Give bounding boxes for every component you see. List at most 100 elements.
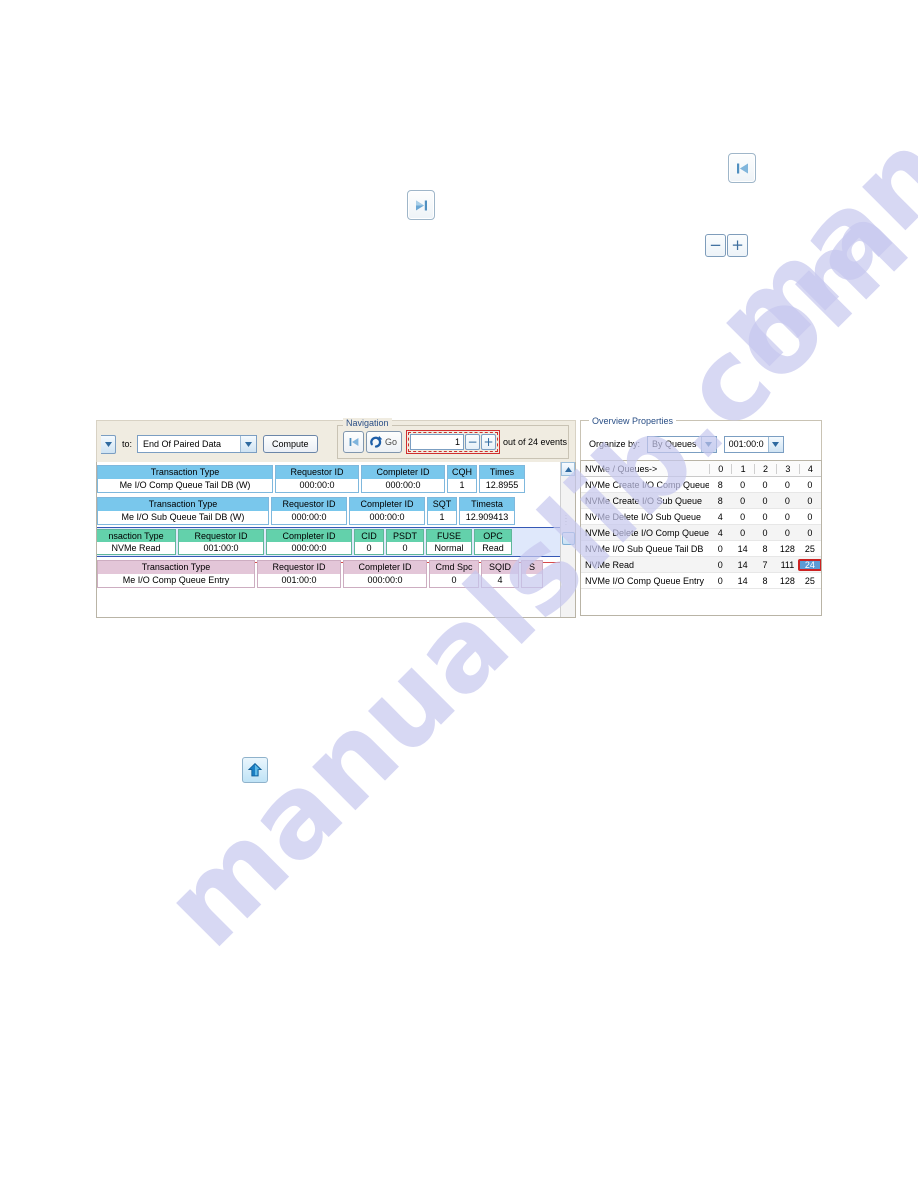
event-field-header: Completer ID — [362, 466, 444, 479]
overview-grid-column-header[interactable]: 1 — [731, 463, 753, 474]
overview-grid-cell[interactable]: 8 — [709, 480, 731, 490]
to-label: to: — [122, 439, 133, 449]
event-row[interactable]: Transaction Type Me I/O Comp Queue Tail D… — [97, 464, 563, 494]
up-arrow-icon-button[interactable] — [242, 757, 268, 783]
events-vertical-scrollbar[interactable]: ::: — [560, 462, 575, 617]
overview-grid-cell[interactable]: 0 — [709, 560, 731, 570]
event-index-increment-button[interactable]: + — [481, 433, 497, 450]
event-field-header: Timesta — [460, 498, 514, 511]
event-field-value: 000:00:0 — [350, 511, 424, 524]
overview-grid-cell[interactable]: 8 — [754, 576, 776, 586]
overview-grid-cell[interactable]: 0 — [731, 512, 753, 522]
event-field-value — [522, 574, 542, 587]
event-field: S — [521, 560, 543, 588]
overview-grid-row[interactable]: NVMe I/O Sub Queue Tail DB 0 14 8 128 25 — [581, 541, 821, 557]
event-field-header: Requestor ID — [272, 498, 346, 511]
overview-grid-row[interactable]: NVMe Create I/O Sub Queue 8 0 0 0 0 — [581, 493, 821, 509]
overview-grid-cell[interactable]: 4 — [709, 512, 731, 522]
overview-grid-cell[interactable]: 128 — [776, 576, 798, 586]
overview-grid-cell[interactable]: 4 — [709, 528, 731, 538]
device-id-combo-arrow[interactable] — [767, 436, 783, 452]
nav-first-button[interactable] — [343, 430, 364, 453]
overview-grid-cell[interactable]: 14 — [731, 576, 753, 586]
overview-grid-cell[interactable]: 0 — [709, 576, 731, 586]
overview-grid-cell[interactable]: 14 — [731, 560, 753, 570]
overview-grid-cell[interactable]: 0 — [754, 496, 776, 506]
event-field-value: Me I/O Comp Queue Tail DB (W) — [98, 479, 272, 492]
overview-grid-cell[interactable]: 0 — [754, 528, 776, 538]
overview-properties-header: Overview Properties Organize by: By Queu… — [580, 416, 822, 460]
skip-to-end-icon-button[interactable] — [407, 190, 435, 220]
scroll-up-button[interactable] — [561, 462, 575, 476]
overview-grid-corner-label: NVMe / Queues-> — [585, 463, 658, 474]
device-id-combo[interactable]: 001:00:0 — [723, 435, 784, 453]
event-row[interactable]: Transaction Type Me I/O Sub Queue Tail DB… — [97, 496, 563, 526]
events-list[interactable]: Transaction Type Me I/O Comp Queue Tail D… — [96, 462, 576, 618]
overview-grid-cell[interactable]: 0 — [754, 512, 776, 522]
event-field: SQT 1 — [427, 497, 457, 525]
overview-grid-column-header[interactable]: 4 — [798, 463, 821, 474]
overview-grid-cell[interactable]: 8 — [709, 496, 731, 506]
overview-grid-row[interactable]: NVMe Delete I/O Comp Queue 4 0 0 0 0 — [581, 525, 821, 541]
event-field-header: Cmd Spc — [430, 561, 478, 574]
organize-by-combo-arrow[interactable] — [700, 436, 716, 452]
event-field: Transaction Type Me I/O Comp Queue Entry — [97, 560, 255, 588]
zoom-stepper-group[interactable]: − + — [705, 234, 748, 257]
overview-grid-cell[interactable]: 0 — [709, 544, 731, 554]
overview-grid-cell[interactable]: 25 — [799, 576, 821, 586]
overview-grid-cell[interactable]: 25 — [799, 544, 821, 554]
organize-by-combo[interactable]: By Queues — [647, 435, 717, 453]
overview-grid-row[interactable]: NVMe Read 0 14 7 111 24 — [581, 557, 821, 573]
range-end-combo-arrow[interactable] — [240, 436, 257, 452]
skip-to-start-icon-button-top[interactable] — [728, 153, 756, 183]
overview-grid-cell[interactable]: 0 — [799, 528, 821, 538]
overview-grid-cell[interactable]: 0 — [799, 512, 821, 522]
events-panel: to: End Of Paired Data Compute Navigatio… — [96, 418, 576, 618]
event-field-value: 001:00:0 — [179, 542, 263, 554]
overview-grid-row[interactable]: NVMe Delete I/O Sub Queue 4 0 0 0 0 — [581, 509, 821, 525]
overview-grid-cell[interactable]: 128 — [776, 544, 798, 554]
event-field-header: Transaction Type — [98, 561, 254, 574]
overview-grid-column-header[interactable]: 3 — [776, 463, 798, 474]
range-end-combo[interactable]: End Of Paired Data — [137, 435, 258, 453]
event-field: OPC Read — [474, 529, 512, 555]
plus-button[interactable]: + — [727, 234, 748, 257]
scrollbar-thumb[interactable] — [562, 532, 575, 545]
from-combo-arrow[interactable] — [101, 434, 116, 454]
overview-grid-cell[interactable]: 111 — [776, 560, 798, 570]
go-button[interactable]: Go — [366, 430, 403, 453]
compute-button[interactable]: Compute — [263, 435, 318, 453]
overview-grid[interactable]: NVMe / Queues-> 0 1 2 3 4 NVMe Create I/O Comp… — [580, 460, 822, 616]
overview-grid-row[interactable]: NVMe I/O Comp Queue Entry 0 14 8 128 25 — [581, 573, 821, 589]
minus-button[interactable]: − — [705, 234, 726, 257]
event-index-decrement-button[interactable]: − — [465, 433, 481, 450]
event-field-value: 001:00:0 — [258, 574, 340, 587]
event-index-input[interactable]: 1 — [410, 433, 465, 450]
overview-grid-cell[interactable]: 0 — [776, 480, 798, 490]
overview-grid-cell[interactable]: 0 — [799, 496, 821, 506]
overview-grid-cell[interactable]: 0 — [776, 528, 798, 538]
event-field-value: 000:00:0 — [267, 542, 351, 554]
overview-grid-cell[interactable]: 0 — [754, 480, 776, 490]
event-field: CQH 1 — [447, 465, 477, 493]
overview-grid-column-header[interactable]: 0 — [709, 463, 731, 474]
event-index-stepper[interactable]: − + — [464, 433, 497, 450]
overview-grid-row[interactable]: NVMe Create I/O Comp Queue 8 0 0 0 0 — [581, 477, 821, 493]
overview-grid-cell[interactable]: 7 — [754, 560, 776, 570]
event-field-header: Completer ID — [350, 498, 424, 511]
overview-grid-cell[interactable]: 0 — [731, 496, 753, 506]
overview-grid-cell[interactable]: 14 — [731, 544, 753, 554]
overview-grid-cell[interactable]: 0 — [776, 496, 798, 506]
overview-grid-cell-selected[interactable]: 24 — [797, 558, 821, 571]
event-field-header: Requestor ID — [179, 530, 263, 542]
overview-grid-cell[interactable]: 0 — [731, 480, 753, 490]
overview-grid-cell[interactable]: 0 — [799, 480, 821, 490]
event-field-value: Normal — [427, 542, 471, 554]
overview-grid-column-header[interactable]: 2 — [753, 463, 776, 474]
event-row[interactable]: Transaction Type Me I/O Comp Queue Entry R… — [97, 559, 563, 589]
overview-grid-cell[interactable]: 8 — [754, 544, 776, 554]
overview-grid-cell[interactable]: 0 — [731, 528, 753, 538]
overview-grid-cell[interactable]: 0 — [776, 512, 798, 522]
event-row[interactable]: nsaction Type NVMe Read Requestor ID 001:00… — [97, 527, 563, 557]
overview-grid-header-row: NVMe / Queues-> 0 1 2 3 4 — [581, 461, 821, 477]
